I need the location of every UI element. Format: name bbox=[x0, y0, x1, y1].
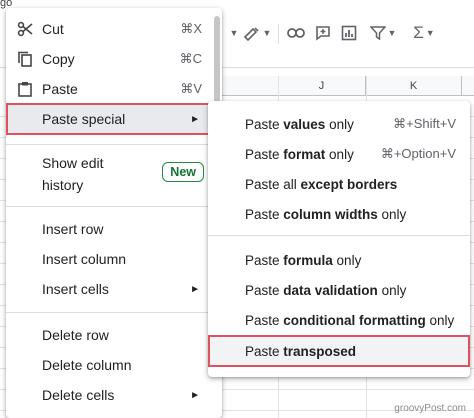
submenu-arrow-icon: ► bbox=[190, 389, 200, 401]
label-bold: except borders bbox=[300, 176, 398, 192]
menu-item-label-line1: Show edit bbox=[42, 155, 104, 171]
functions-icon[interactable]: Σ ▼ bbox=[408, 22, 440, 44]
menu-item-label: Insert column bbox=[42, 251, 127, 267]
menu-item-label: Delete cells bbox=[42, 387, 115, 403]
paste-special-submenu: Paste values only ⌘+Shift+V Paste format… bbox=[208, 101, 470, 377]
submenu-item-label: Paste transposed bbox=[245, 344, 356, 359]
label-bold: column widths bbox=[283, 206, 378, 222]
menu-item-paste-special[interactable]: Paste special ► bbox=[6, 103, 222, 135]
menu-item-delete-column[interactable]: Delete column bbox=[6, 350, 222, 380]
submenu-item-paste-column-widths-only[interactable]: Paste column widths only bbox=[208, 199, 470, 229]
label-prefix: Paste bbox=[245, 116, 284, 132]
menu-item-shortcut: ⌘C bbox=[179, 51, 202, 66]
submenu-item-paste-formula-only[interactable]: Paste formula only bbox=[208, 245, 470, 275]
menu-divider bbox=[6, 312, 222, 313]
label-suffix: only bbox=[425, 312, 455, 328]
cut-icon bbox=[16, 20, 34, 38]
column-header-k[interactable]: K bbox=[366, 76, 462, 96]
submenu-arrow-icon: ► bbox=[190, 283, 200, 295]
label-suffix: only bbox=[377, 282, 407, 298]
label-prefix: Paste bbox=[245, 343, 284, 359]
label-bold: format bbox=[283, 146, 326, 162]
submenu-item-label: Paste column widths only bbox=[245, 207, 406, 222]
column-header-row: J K bbox=[220, 76, 474, 96]
label-suffix: only bbox=[377, 206, 407, 222]
submenu-arrow-icon: ► bbox=[190, 113, 200, 125]
submenu-item-label: Paste values only bbox=[245, 117, 354, 132]
menu-item-label: Copy bbox=[42, 51, 75, 67]
menu-item-label: Show edit history bbox=[42, 152, 103, 196]
menu-item-label: Delete column bbox=[42, 357, 132, 373]
link-icon[interactable] bbox=[285, 22, 307, 44]
menu-item-label: Insert row bbox=[42, 221, 104, 237]
submenu-item-paste-format-only[interactable]: Paste format only ⌘+Option+V bbox=[208, 139, 470, 169]
copy-icon bbox=[16, 50, 34, 68]
label-prefix: Paste bbox=[245, 206, 284, 222]
submenu-item-paste-all-except-borders[interactable]: Paste all except borders bbox=[208, 169, 470, 199]
menu-item-shortcut: ⌘V bbox=[180, 81, 202, 96]
label-suffix: only bbox=[332, 252, 362, 268]
label-suffix: only bbox=[325, 146, 354, 162]
label-prefix: Paste bbox=[245, 252, 284, 268]
filter-icon[interactable]: ▼ bbox=[366, 22, 400, 44]
menu-item-label: Delete row bbox=[42, 327, 109, 343]
label-suffix: only bbox=[325, 116, 354, 132]
submenu-item-paste-conditional-formatting-only[interactable]: Paste conditional formatting only bbox=[208, 305, 470, 335]
context-menu: Cut ⌘X Copy ⌘C Paste ⌘V Paste special ► … bbox=[6, 8, 222, 418]
menu-item-paste[interactable]: Paste ⌘V bbox=[6, 74, 222, 104]
submenu-item-label: Paste all except borders bbox=[245, 177, 397, 192]
label-prefix: Paste all bbox=[245, 176, 301, 192]
menu-item-copy[interactable]: Copy ⌘C bbox=[6, 44, 222, 74]
menu-item-show-edit-history[interactable]: Show edit history New bbox=[6, 152, 222, 196]
submenu-item-paste-transposed[interactable]: Paste transposed bbox=[208, 335, 470, 367]
label-bold: conditional formatting bbox=[283, 312, 426, 328]
label-bold: values bbox=[283, 116, 326, 132]
menu-item-delete-row[interactable]: Delete row bbox=[6, 320, 222, 350]
menu-item-label-line2: history bbox=[42, 177, 84, 193]
paint-format-icon[interactable]: ▼ bbox=[242, 22, 272, 44]
menu-divider bbox=[6, 144, 222, 145]
label-bold: transposed bbox=[283, 343, 357, 359]
submenu-item-shortcut: ⌘+Shift+V bbox=[393, 116, 456, 131]
menu-scrollbar[interactable] bbox=[214, 16, 220, 110]
menu-item-label: Insert cells bbox=[42, 281, 109, 297]
submenu-item-label: Paste data validation only bbox=[245, 283, 406, 298]
submenu-item-paste-data-validation-only[interactable]: Paste data validation only bbox=[208, 275, 470, 305]
menu-divider bbox=[6, 206, 222, 207]
caret-down-icon[interactable]: ▼ bbox=[226, 22, 240, 44]
label-prefix: Paste bbox=[245, 146, 284, 162]
menu-item-label: Paste special bbox=[42, 111, 126, 127]
submenu-divider bbox=[208, 235, 470, 236]
submenu-item-label: Paste conditional formatting only bbox=[245, 313, 454, 328]
menu-item-insert-row[interactable]: Insert row bbox=[6, 214, 222, 244]
column-header-j[interactable]: J bbox=[278, 76, 366, 96]
toolbar-separator bbox=[278, 24, 279, 44]
chart-icon[interactable] bbox=[338, 22, 360, 44]
comment-icon[interactable] bbox=[312, 22, 334, 44]
new-badge: New bbox=[162, 162, 204, 182]
label-prefix: Paste bbox=[245, 282, 284, 298]
submenu-item-shortcut: ⌘+Option+V bbox=[380, 146, 456, 161]
paste-icon bbox=[16, 80, 34, 98]
menu-item-shortcut: ⌘X bbox=[180, 21, 202, 36]
menu-item-label: Paste bbox=[42, 81, 78, 97]
label-bold: data validation bbox=[283, 282, 378, 298]
submenu-item-label: Paste formula only bbox=[245, 253, 361, 268]
watermark: groovyPost.com bbox=[394, 403, 466, 414]
menu-item-delete-cells[interactable]: Delete cells ► bbox=[6, 380, 222, 410]
submenu-item-paste-values-only[interactable]: Paste values only ⌘+Shift+V bbox=[208, 109, 470, 139]
menu-item-label: Cut bbox=[42, 21, 64, 37]
menu-item-insert-cells[interactable]: Insert cells ► bbox=[6, 274, 222, 304]
menu-item-cut[interactable]: Cut ⌘X bbox=[6, 14, 222, 44]
submenu-item-label: Paste format only bbox=[245, 147, 354, 162]
menu-item-insert-column[interactable]: Insert column bbox=[6, 244, 222, 274]
label-bold: formula bbox=[283, 252, 333, 268]
label-prefix: Paste bbox=[245, 312, 284, 328]
